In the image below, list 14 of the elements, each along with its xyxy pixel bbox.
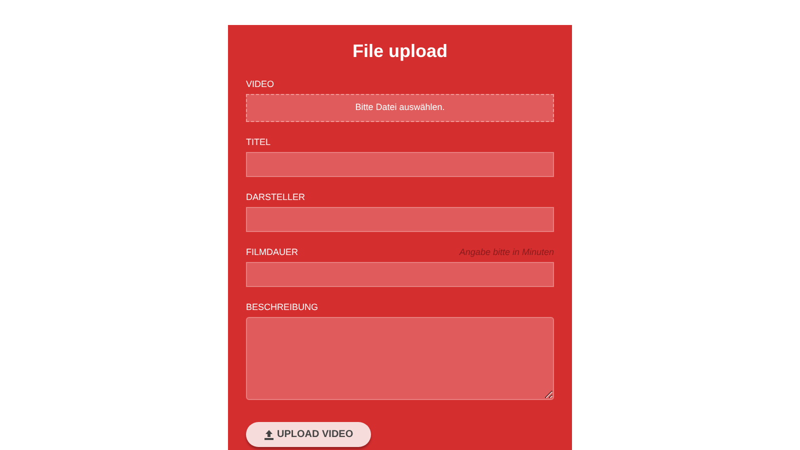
input-field[interactable] xyxy=(246,207,554,232)
textarea-field[interactable] xyxy=(246,317,554,400)
upload-button[interactable]: UPLOAD VIDEO xyxy=(246,422,372,447)
field-label: TITEL xyxy=(246,136,271,148)
input-field[interactable] xyxy=(246,152,554,177)
field-label: FILMDAUER xyxy=(246,246,298,258)
form-title: File upload xyxy=(351,40,448,63)
field-label: BESCHREIBUNG xyxy=(246,300,318,314)
field-hint: Angabe bitte in Minuten xyxy=(459,246,554,259)
input-field[interactable] xyxy=(246,262,554,287)
file-dropzone[interactable]: Bitte Datei auswählen. xyxy=(246,94,554,122)
upload-icon xyxy=(264,430,274,440)
field-label: DARSTELLER xyxy=(246,190,306,204)
field-label: VIDEO xyxy=(246,78,274,90)
